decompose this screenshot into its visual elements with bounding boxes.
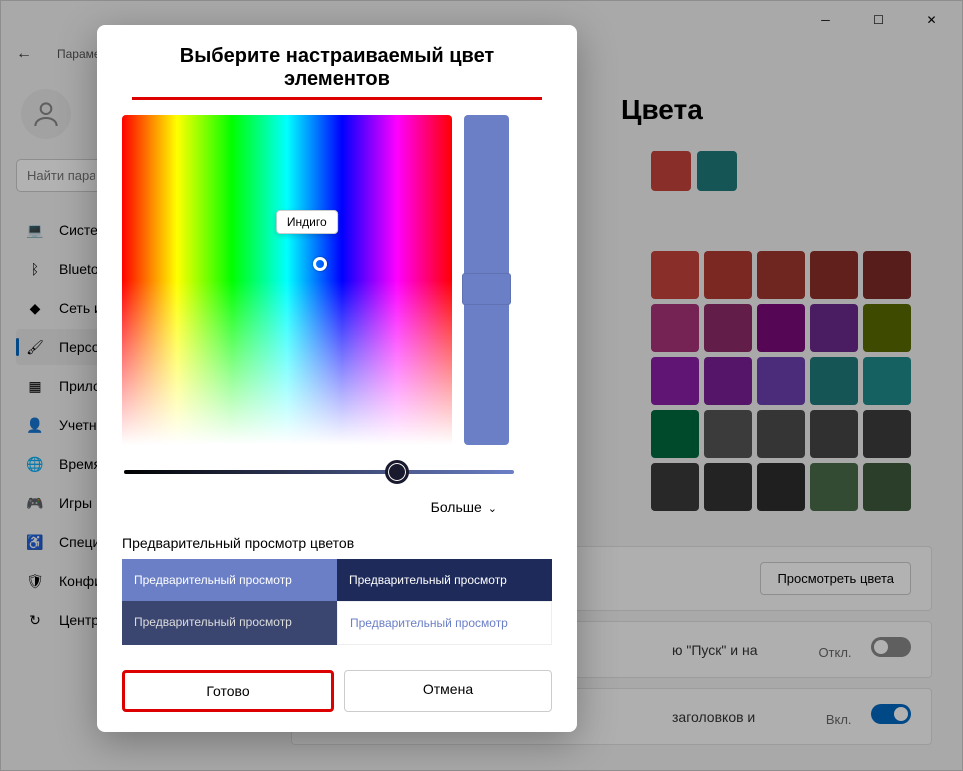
value-slider[interactable]: [124, 470, 514, 474]
cancel-button[interactable]: Отмена: [344, 670, 552, 712]
color-spectrum[interactable]: Индиго: [122, 115, 452, 445]
more-toggle[interactable]: Больше⌄: [122, 499, 552, 515]
preview-swatch-1: Предварительный просмотр: [122, 559, 337, 601]
preview-swatch-4: Предварительный просмотр: [337, 601, 552, 645]
color-cursor[interactable]: [313, 257, 327, 271]
color-name-tooltip: Индиго: [276, 210, 338, 234]
color-picker-dialog: Выберите настраиваемый цвет элементов Ин…: [97, 25, 577, 732]
chevron-down-icon: ⌄: [488, 503, 497, 515]
dialog-title: Выберите настраиваемый цвет элементов: [132, 45, 542, 100]
preview-section-label: Предварительный просмотр цветов: [122, 535, 552, 551]
preview-grid: Предварительный просмотр Предварительный…: [122, 559, 552, 645]
preview-swatch-2: Предварительный просмотр: [337, 559, 552, 601]
preview-swatch-3: Предварительный просмотр: [122, 601, 337, 645]
modal-overlay: Выберите настраиваемый цвет элементов Ин…: [0, 0, 963, 771]
color-preview-bar[interactable]: [464, 115, 509, 445]
done-button[interactable]: Готово: [122, 670, 334, 712]
